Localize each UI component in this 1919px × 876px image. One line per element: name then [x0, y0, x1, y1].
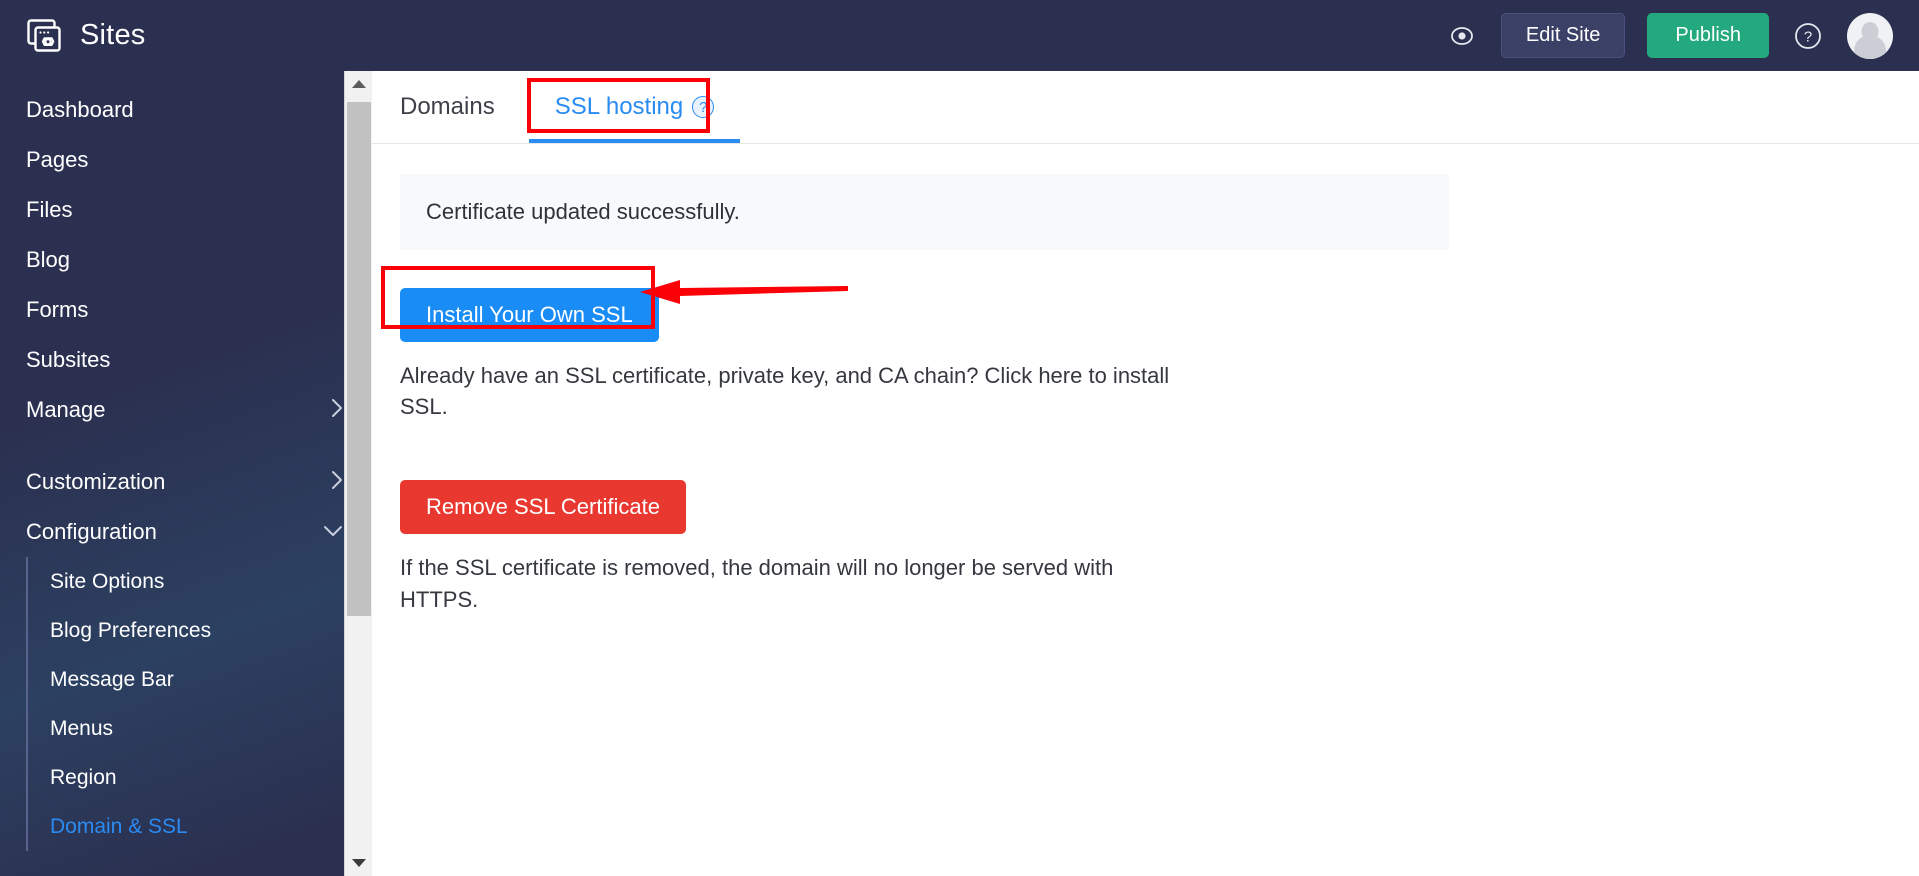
publish-button[interactable]: Publish [1647, 13, 1769, 58]
sidebar-item-blog[interactable]: Blog [0, 235, 372, 285]
remove-ssl-description: If the SSL certificate is removed, the d… [400, 555, 1114, 612]
sidebar-subitem-label: Message Bar [50, 667, 174, 691]
triangle-up-glyph [351, 80, 366, 88]
install-ssl-description: Already have an SSL certificate, private… [400, 363, 1170, 420]
tab-label: SSL hosting [554, 93, 684, 120]
ssl-hosting-panel: Certificate updated successfully. Instal… [372, 144, 1919, 615]
main-content: Domains SSL hosting ? Certificate update… [372, 71, 1919, 876]
scrollbar-thumb[interactable] [347, 102, 371, 616]
sidebar-item-pages[interactable]: Pages [0, 135, 372, 185]
top-bar-actions: Edit Site Publish ? [1445, 12, 1893, 59]
sidebar-subitem-label: Domain & SSL [50, 814, 188, 838]
sites-logo-icon [26, 17, 64, 55]
sidebar-item-region[interactable]: Region [28, 753, 372, 802]
sidebar-item-files[interactable]: Files [0, 185, 372, 235]
scroll-up-arrow-icon[interactable] [345, 71, 372, 97]
sidebar-item-message-bar[interactable]: Message Bar [28, 655, 372, 704]
sidebar-item-label: Subsites [26, 347, 111, 372]
edit-site-button[interactable]: Edit Site [1500, 13, 1626, 58]
chevron-right-icon [330, 397, 344, 423]
remove-ssl-certificate-button[interactable]: Remove SSL Certificate [400, 480, 686, 535]
sidebar-item-dashboard[interactable]: Dashboard [0, 85, 372, 135]
sidebar-subitem-label: Region [50, 765, 117, 789]
status-banner: Certificate updated successfully. [400, 174, 1449, 250]
sidebar-item-label: Files [26, 197, 73, 222]
tab-label: Domains [400, 93, 495, 120]
ssl-hosting-help-icon[interactable]: ? [692, 96, 715, 118]
tab-domains[interactable]: Domains [400, 71, 529, 143]
sidebar-item-subsites[interactable]: Subsites [0, 335, 372, 385]
sidebar-item-blog-preferences[interactable]: Blog Preferences [28, 606, 372, 655]
sidebar-scrollbar[interactable] [344, 71, 372, 876]
status-banner-text: Certificate updated successfully. [426, 199, 740, 224]
chevron-down-icon [322, 523, 344, 542]
sidebar-item-manage[interactable]: Manage [0, 385, 372, 435]
app-title: Sites [80, 19, 146, 51]
sidebar-item-configuration[interactable]: Configuration [0, 507, 372, 557]
sidebar-item-label: Dashboard [26, 97, 134, 122]
scroll-down-arrow-icon[interactable] [345, 850, 372, 876]
sidebar-divider-gap [0, 435, 372, 457]
sidebar-subitem-label: Site Options [50, 569, 165, 593]
install-your-own-ssl-button[interactable]: Install Your Own SSL [400, 288, 659, 342]
user-avatar-icon[interactable] [1847, 12, 1893, 59]
question-mark-icon[interactable]: ? [1791, 19, 1825, 53]
sidebar-item-menus[interactable]: Menus [28, 704, 372, 753]
sidebar-subitem-label: Blog Preferences [50, 618, 212, 642]
sidebar-item-forms[interactable]: Forms [0, 285, 372, 335]
svg-text:?: ? [1804, 28, 1812, 45]
tab-ssl-hosting[interactable]: SSL hosting ? [528, 71, 741, 143]
sidebar-subitem-label: Menus [50, 716, 114, 740]
sidebar-item-label: Pages [26, 147, 89, 172]
sidebar-item-customization[interactable]: Customization [0, 457, 372, 507]
sidebar: Dashboard Pages Files Blog Forms Subsite… [0, 71, 372, 876]
chevron-right-icon [330, 469, 344, 495]
triangle-down-glyph [351, 859, 366, 867]
sidebar-item-label: Configuration [26, 519, 157, 544]
configuration-submenu: Site Options Blog Preferences Message Ba… [26, 557, 372, 851]
sidebar-item-label: Manage [26, 397, 106, 422]
sidebar-item-site-options[interactable]: Site Options [28, 557, 372, 606]
brand[interactable]: Sites [26, 17, 145, 55]
sidebar-item-domain-and-ssl[interactable]: Domain & SSL [28, 802, 372, 851]
top-bar: Sites Edit Site Publish ? [0, 0, 1919, 71]
sidebar-item-label: Blog [26, 247, 71, 272]
sidebar-item-label: Forms [26, 297, 89, 322]
tab-bar: Domains SSL hosting ? [372, 71, 1919, 144]
avatar-body [1854, 34, 1886, 59]
eye-preview-icon[interactable] [1445, 19, 1479, 53]
sidebar-item-label: Customization [26, 469, 166, 494]
